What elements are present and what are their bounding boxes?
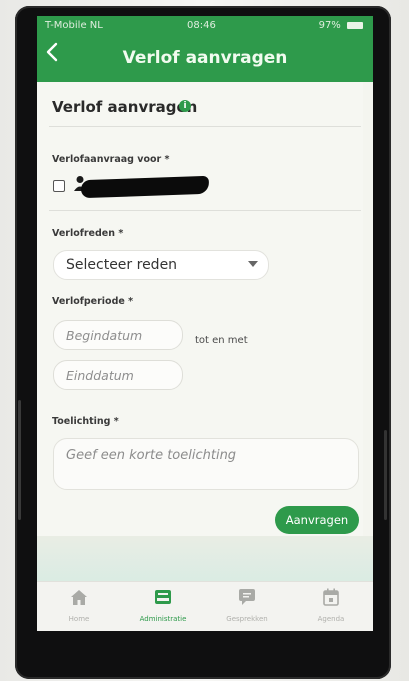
nav-item-gesprekken[interactable]: Gesprekken [205,582,289,631]
inbox-tray-icon [155,590,171,604]
note-textarea[interactable]: Geef een korte toelichting [53,438,359,490]
divider [49,210,361,211]
submit-button[interactable]: Aanvragen [275,506,359,534]
phone-screen: T-Mobile NL 08:46 97% Verlof aanvragen V… [37,16,373,631]
employee-checkbox[interactable] [53,180,65,192]
app-bar: T-Mobile NL 08:46 97% Verlof aanvragen [37,16,373,82]
nav-label-home: Home [68,615,90,623]
form-title: Verlof aanvragen [52,98,198,116]
battery-percent: 97% [318,20,341,31]
note-placeholder: Geef een korte toelichting [66,448,237,463]
start-date-placeholder: Begindatum [66,328,143,343]
reason-select-value: Selecteer reden [66,257,178,273]
nav-item-administratie[interactable]: Administratie [121,582,205,631]
nav-label-administratie: Administratie [139,615,187,623]
reason-label: Verlofreden * [52,228,124,239]
divider [49,126,361,127]
calendar-icon [323,588,339,606]
page-title: Verlof aanvragen [122,48,288,68]
status-bar: T-Mobile NL 08:46 97% [37,16,373,34]
leave-request-form: Verlof aanvragen i Verlofaanvraag voor *… [37,82,363,536]
nav-label-agenda: Agenda [317,615,345,623]
info-icon[interactable]: i [179,100,191,112]
phone-side-button-right [384,430,387,520]
request-for-label: Verlofaanvraag voor * [52,154,170,165]
chat-bubble-icon [239,589,255,605]
carrier-label: T-Mobile NL [45,20,103,31]
note-label: Toelichting * [52,416,119,427]
phone-side-button [18,400,21,520]
date-range-separator: tot en met [195,335,248,346]
battery-status: 97% [319,20,363,31]
start-date-input[interactable]: Begindatum [53,320,183,350]
home-icon [71,590,87,605]
end-date-input[interactable]: Einddatum [53,360,183,390]
nav-label-gesprekken: Gesprekken [226,615,268,623]
redacted-name [80,175,210,199]
nav-item-home[interactable]: Home [37,582,121,631]
nav-item-agenda[interactable]: Agenda [289,582,373,631]
clock: 08:46 [187,20,216,31]
chevron-down-icon [248,261,258,267]
period-label: Verlofperiode * [52,296,134,307]
reason-select[interactable]: Selecteer reden [53,250,269,280]
end-date-placeholder: Einddatum [66,368,134,383]
bottom-navigation: Home Administratie Gesprekken Agenda [37,581,373,631]
battery-icon [347,21,363,29]
